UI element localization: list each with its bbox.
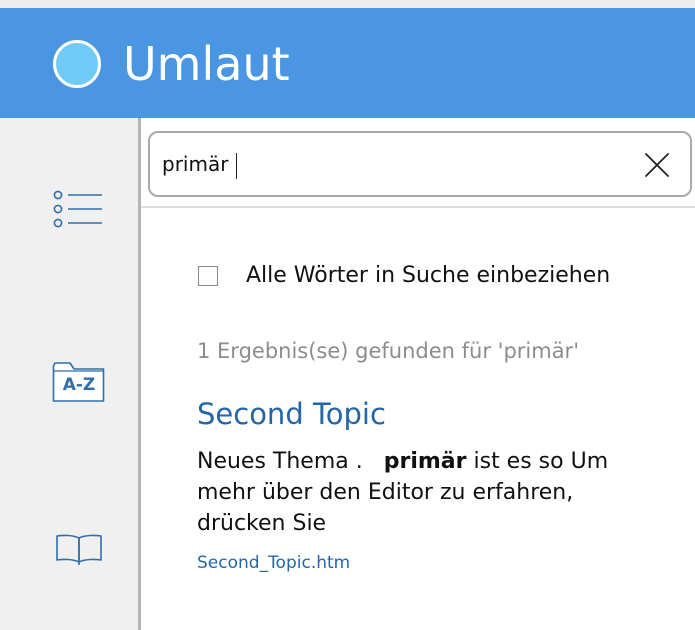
open-book-icon[interactable] (55, 532, 103, 566)
result-count: 1 Ergebnis(se) gefunden für 'primär' (197, 339, 579, 363)
logo-icon (53, 40, 101, 88)
search-divider (141, 206, 695, 208)
list-icon[interactable] (52, 189, 104, 229)
a-z-label: A-Z (62, 375, 96, 395)
search-box (148, 131, 692, 197)
result-url-link[interactable]: Second_Topic.htm (197, 551, 350, 575)
window-top-strip (0, 0, 695, 8)
close-icon[interactable] (642, 150, 672, 180)
result-title-link[interactable]: Second Topic (197, 394, 386, 434)
sidebar: A-Z (0, 118, 138, 630)
snippet-before: Neues Thema . (197, 449, 384, 474)
snippet-match: primär (383, 449, 467, 474)
search-input[interactable] (162, 147, 622, 181)
include-all-words-checkbox[interactable] (198, 266, 218, 286)
app-header: Umlaut (0, 8, 695, 118)
text-caret (236, 153, 237, 179)
search-panel: Alle Wörter in Suche einbeziehen 1 Ergeb… (141, 118, 695, 630)
index-az-button[interactable]: A-Z (52, 360, 106, 404)
result-snippet: Neues Thema . primär ist es so Um mehr ü… (197, 446, 667, 539)
include-all-words-label: Alle Wörter in Suche einbeziehen (246, 263, 611, 288)
app-title: Umlaut (123, 37, 290, 91)
